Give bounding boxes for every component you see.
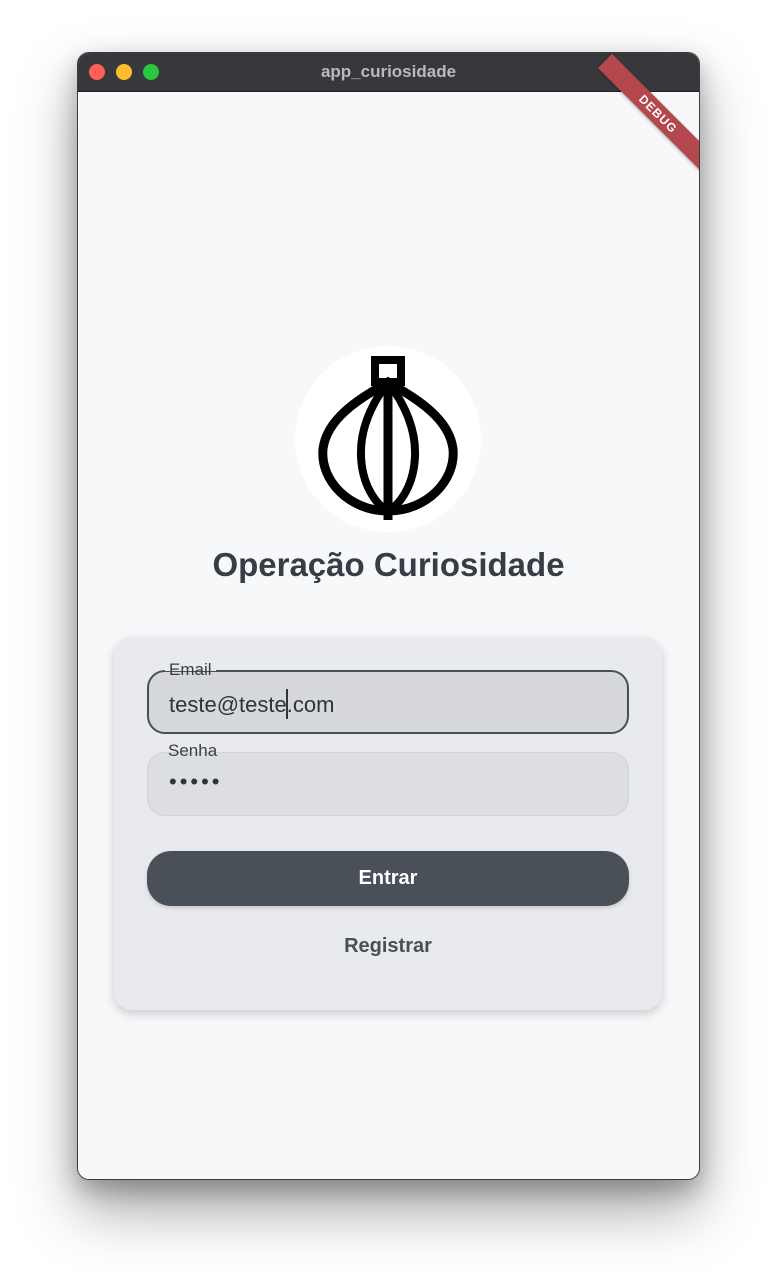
email-value[interactable]: teste@teste.com: [169, 689, 334, 719]
email-value-end: .com: [286, 692, 335, 717]
password-label: Senha: [164, 741, 222, 761]
register-button[interactable]: Registrar: [114, 935, 662, 958]
email-label: Email: [165, 660, 216, 680]
email-value-start: teste@teste: [169, 692, 287, 717]
login-card: Email teste@teste.com Senha ••••• Entrar…: [114, 637, 662, 1010]
password-value[interactable]: •••••: [169, 769, 223, 795]
page-title: Operação Curiosidade: [212, 546, 565, 583]
email-field[interactable]: Email teste@teste.com: [147, 660, 629, 734]
onion-icon: [318, 356, 458, 520]
app-content: DEBUG Operação Curiosidade Email teste@t…: [78, 53, 699, 1179]
logo: [295, 346, 481, 532]
desktop: app_curiosidade DEBUG Operação Curiosida…: [0, 0, 775, 1280]
password-field[interactable]: Senha •••••: [147, 741, 629, 816]
login-button[interactable]: Entrar: [147, 851, 629, 906]
app-window: app_curiosidade DEBUG Operação Curiosida…: [77, 52, 700, 1180]
